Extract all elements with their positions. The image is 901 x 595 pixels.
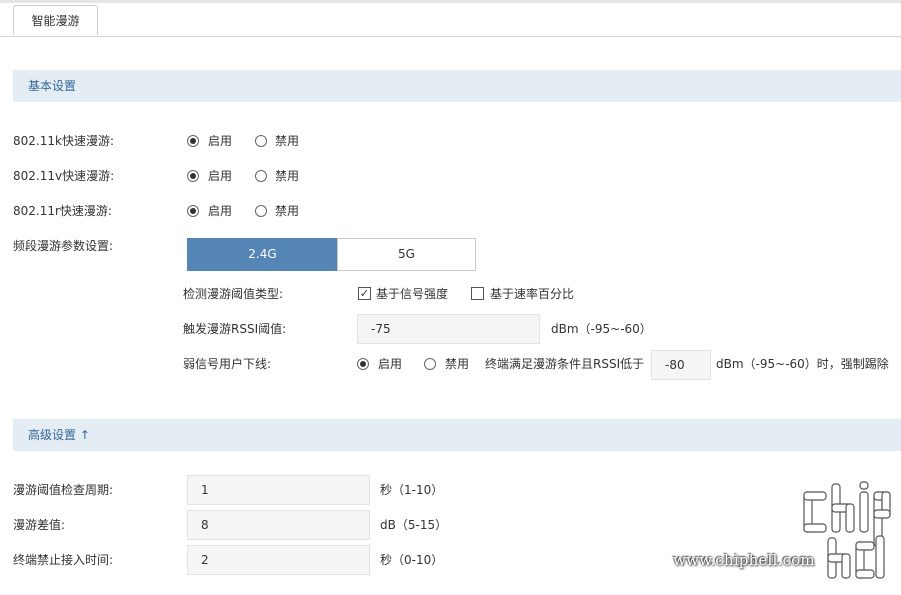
checkbox-signal-strength[interactable]: ✓ — [358, 287, 371, 300]
tab-bar — [0, 3, 901, 37]
checkbox-label: 基于信号强度 — [376, 287, 449, 301]
ban-time-hint: 秒（0-10） — [380, 553, 444, 567]
radio-weak-enable[interactable] — [357, 358, 369, 370]
label-ban-time: 终端禁止接入时间: — [13, 553, 114, 567]
rssi-threshold-input[interactable]: -75 — [357, 314, 540, 344]
radio-80211v-disable[interactable] — [255, 170, 267, 182]
section-header-advanced[interactable]: 高级设置 ↑ — [13, 419, 901, 451]
weak-rssi-input[interactable]: -80 — [651, 350, 711, 380]
radio-label: 禁用 — [275, 134, 300, 148]
radio-label: 禁用 — [275, 169, 300, 183]
label-weak-signal: 弱信号用户下线: — [183, 357, 272, 371]
radio-80211k-disable[interactable] — [255, 135, 267, 147]
radio-80211r-enable[interactable] — [187, 205, 199, 217]
roam-diff-hint: dB（5-15） — [380, 518, 448, 532]
tab-smart-roaming[interactable]: 智能漫游 — [13, 5, 98, 35]
label-80211r: 802.11r快速漫游: — [13, 204, 112, 218]
label-80211k: 802.11k快速漫游: — [13, 134, 114, 148]
weak-signal-hint: dBm（-95~-60）时，强制踢除 — [716, 357, 889, 371]
checkbox-rate-percent[interactable] — [471, 287, 484, 300]
radio-80211v-enable[interactable] — [187, 170, 199, 182]
label-80211v: 802.11v快速漫游: — [13, 169, 115, 183]
weak-signal-desc: 终端满足漫游条件且RSSI低于 — [485, 357, 645, 371]
rssi-threshold-hint: dBm（-95~-60） — [551, 322, 652, 336]
label-detect-type: 检测漫游阈值类型: — [183, 287, 284, 301]
section-header-basic: 基本设置 — [13, 70, 901, 102]
radio-label: 启用 — [208, 134, 233, 148]
radio-label: 禁用 — [445, 357, 470, 371]
radio-weak-disable[interactable] — [424, 358, 436, 370]
radio-label: 启用 — [378, 357, 403, 371]
radio-80211k-enable[interactable] — [187, 135, 199, 147]
check-period-hint: 秒（1-10） — [380, 483, 444, 497]
radio-label: 启用 — [208, 169, 233, 183]
watermark-text: www.chiphell.com — [673, 551, 815, 569]
radio-label: 禁用 — [275, 204, 300, 218]
radio-80211r-disable[interactable] — [255, 205, 267, 217]
label-roam-diff: 漫游差值: — [13, 518, 66, 532]
roam-diff-input[interactable]: 8 — [187, 510, 370, 540]
label-check-period: 漫游阈值检查周期: — [13, 483, 114, 497]
band-button-5g[interactable]: 5G — [337, 238, 476, 271]
label-band-params: 频段漫游参数设置: — [13, 239, 114, 253]
label-rssi-threshold: 触发漫游RSSI阈值: — [183, 322, 287, 336]
band-button-2-4g[interactable]: 2.4G — [187, 238, 338, 271]
checkbox-label: 基于速率百分比 — [490, 287, 575, 301]
ban-time-input[interactable]: 2 — [187, 545, 370, 575]
check-period-input[interactable]: 1 — [187, 475, 370, 505]
radio-label: 启用 — [208, 204, 233, 218]
